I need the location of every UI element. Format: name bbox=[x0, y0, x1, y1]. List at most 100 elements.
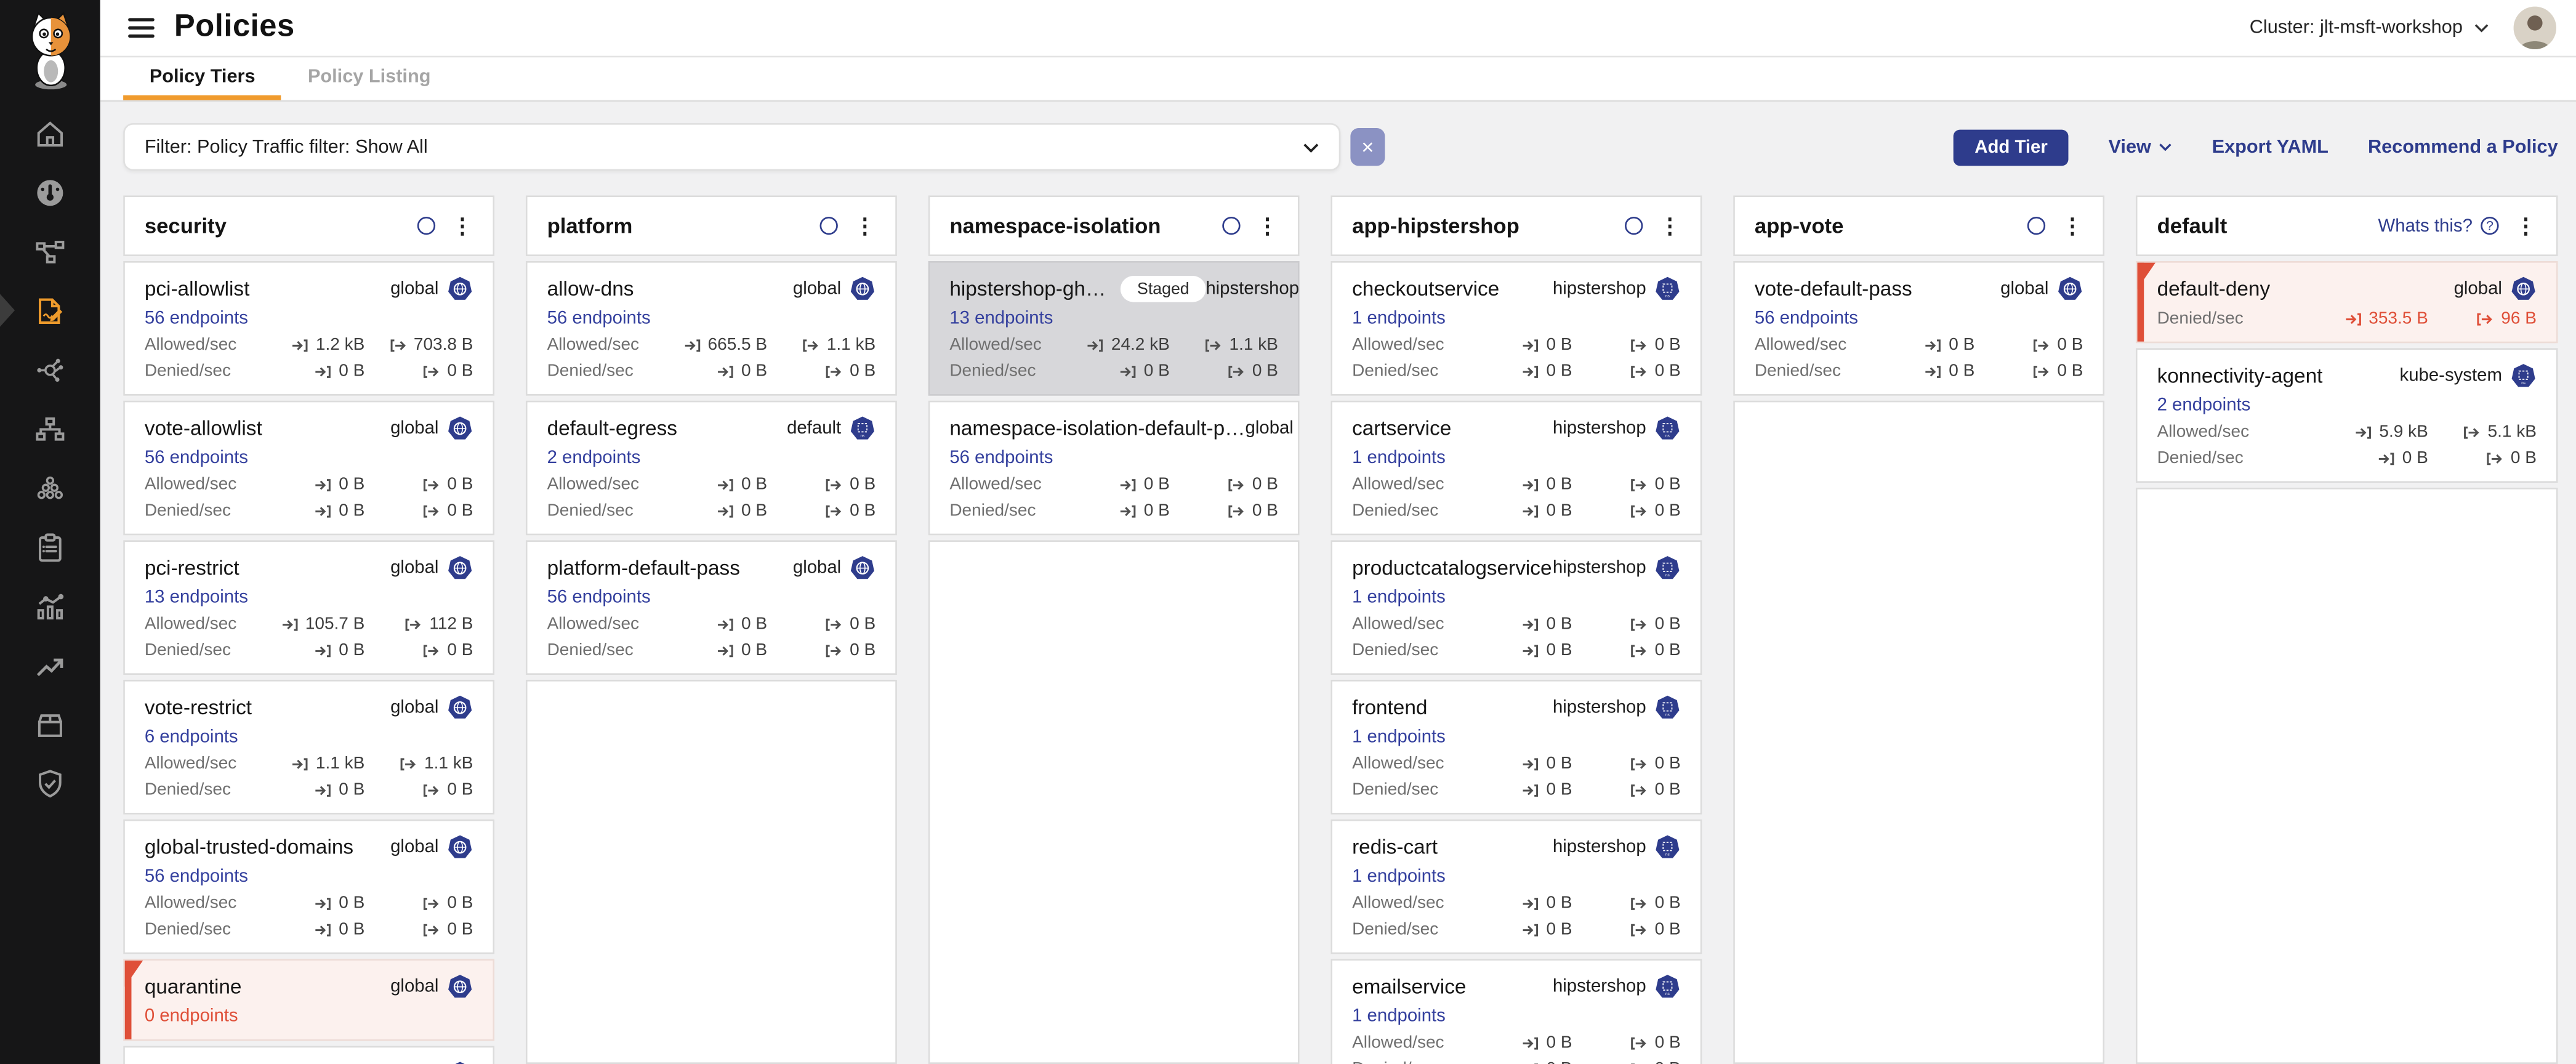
endpoints-link[interactable]: 56 endpoints bbox=[145, 308, 248, 328]
denied-per-sec-row: Denied/sec 0 B 0 B bbox=[145, 780, 473, 800]
whats-this-link[interactable] bbox=[409, 217, 435, 235]
endpoints-link[interactable]: 6 endpoints bbox=[145, 727, 238, 747]
endpoints-link[interactable]: 0 endpoints bbox=[145, 1007, 238, 1026]
policy-card[interactable]: platform-default-pass global 56 endpoint… bbox=[526, 540, 897, 675]
policy-card[interactable]: vote-default-pass global 56 endpoints Al… bbox=[1733, 261, 2104, 396]
sidebar-item-service-graph[interactable] bbox=[0, 352, 100, 388]
tier-header: security ⋮ bbox=[123, 195, 494, 256]
sidebar-item-clusters[interactable] bbox=[0, 470, 100, 506]
policy-traffic-filter-dropdown[interactable]: Filter: Policy Traffic filter: Show All bbox=[123, 123, 1340, 171]
allowed-egress-value: 0 B bbox=[850, 614, 875, 634]
sidebar-item-flows[interactable] bbox=[0, 411, 100, 447]
policy-tier-column: default Whats this? ? ⋮ default-deny glo… bbox=[2136, 195, 2558, 1064]
denied-label: Denied/sec bbox=[145, 780, 263, 800]
endpoints-link[interactable]: 2 endpoints bbox=[547, 448, 641, 468]
whats-this-link[interactable] bbox=[1214, 217, 1241, 235]
policy-scope-label: hipstershop bbox=[1553, 698, 1646, 717]
whats-this-link[interactable]: Whats this? ? bbox=[2378, 216, 2499, 236]
endpoints-link[interactable]: 56 endpoints bbox=[949, 448, 1053, 468]
endpoints-link[interactable]: 1 endpoints bbox=[1352, 1007, 1446, 1026]
endpoints-link[interactable]: 1 endpoints bbox=[1352, 588, 1446, 608]
endpoints-link[interactable]: 56 endpoints bbox=[145, 867, 248, 887]
allowed-label: Allowed/sec bbox=[1352, 754, 1470, 773]
endpoints-link[interactable]: 56 endpoints bbox=[547, 588, 651, 608]
endpoints-link[interactable]: 13 endpoints bbox=[949, 308, 1053, 328]
policy-card[interactable]: allow-dns global 56 endpoints Allowed/se… bbox=[526, 261, 897, 396]
allowed-ingress-value: 0 B bbox=[1949, 335, 1974, 355]
clear-filter-button[interactable]: × bbox=[1350, 128, 1385, 166]
policy-card[interactable]: pci-restrict global 13 endpoints Allowed… bbox=[123, 540, 494, 675]
tier-menu-kebab-icon[interactable]: ⋮ bbox=[2062, 215, 2083, 236]
whats-this-link[interactable] bbox=[811, 217, 838, 235]
sidebar-item-endpoints[interactable] bbox=[0, 233, 100, 270]
tier-menu-kebab-icon[interactable]: ⋮ bbox=[1659, 215, 1681, 236]
policy-scope: global bbox=[390, 834, 473, 861]
calico-cat-logo[interactable] bbox=[12, 7, 88, 92]
allowed-per-sec-row: Allowed/sec 0 B 0 B bbox=[1755, 335, 2083, 355]
tier-menu-kebab-icon[interactable]: ⋮ bbox=[452, 215, 473, 236]
user-avatar[interactable] bbox=[2514, 7, 2556, 49]
policy-card[interactable]: hipstershop-gh… Staged hipstershop ns 13… bbox=[928, 261, 1300, 396]
view-dropdown[interactable]: View bbox=[2109, 137, 2173, 157]
allowed-per-sec-row: Allowed/sec 0 B 0 B bbox=[949, 475, 1278, 494]
sidebar-item-home[interactable] bbox=[0, 115, 100, 151]
policy-card[interactable]: global-trusted-domains global 56 endpoin… bbox=[123, 820, 494, 954]
policy-card[interactable]: cartservice hipstershop ns 1 endpoints A… bbox=[1330, 401, 1702, 536]
sidebar-item-trends[interactable] bbox=[0, 647, 100, 683]
endpoints-link[interactable]: 2 endpoints bbox=[2157, 396, 2251, 416]
endpoints-link[interactable]: 1 endpoints bbox=[1352, 727, 1446, 747]
tier-menu-kebab-icon[interactable]: ⋮ bbox=[855, 215, 876, 236]
hamburger-menu-icon[interactable] bbox=[128, 18, 155, 39]
recommend-policy-button[interactable]: Recommend a Policy bbox=[2368, 137, 2558, 157]
endpoints-link[interactable]: 56 endpoints bbox=[145, 448, 248, 468]
policy-card[interactable]: pci-allowlist global 56 endpoints Allowe… bbox=[123, 261, 494, 396]
policy-card[interactable]: redis-cart hipstershop ns 1 endpoints Al… bbox=[1330, 820, 1702, 954]
sidebar-item-policies[interactable] bbox=[0, 292, 100, 329]
sidebar-item-statistics[interactable] bbox=[0, 588, 100, 624]
policy-scope-label: global bbox=[390, 977, 438, 997]
allowed-per-sec-row: Allowed/sec 0 B 0 B bbox=[1352, 1033, 1681, 1052]
bar-stats-icon bbox=[33, 589, 67, 623]
policy-card[interactable]: quarantine global 0 endpoints bbox=[123, 959, 494, 1041]
policy-card[interactable]: frontend hipstershop ns 1 endpoints Allo… bbox=[1330, 680, 1702, 815]
tab-policy-listing[interactable]: Policy Listing bbox=[281, 57, 457, 100]
policy-scope: global bbox=[390, 973, 473, 1000]
ingress-icon bbox=[1522, 896, 1540, 911]
sidebar-item-compliance[interactable] bbox=[0, 529, 100, 565]
sidebar-item-dashboard[interactable] bbox=[0, 174, 100, 211]
tier-menu-kebab-icon[interactable]: ⋮ bbox=[1257, 215, 1278, 236]
policy-scope-label: kube-system bbox=[2400, 366, 2502, 386]
namespace-scope-icon: ns bbox=[1654, 276, 1681, 302]
endpoints-link[interactable]: 1 endpoints bbox=[1352, 867, 1446, 887]
endpoints-link[interactable]: 1 endpoints bbox=[1352, 308, 1446, 328]
policy-card[interactable]: default-egress default ns 2 endpoints Al… bbox=[526, 401, 897, 536]
cluster-selector[interactable]: Cluster: jlt-msft-workshop bbox=[2250, 18, 2463, 38]
policy-card[interactable]: productcatalogservice hipstershop ns 1 e… bbox=[1330, 540, 1702, 675]
add-tier-button[interactable]: Add Tier bbox=[1954, 129, 2069, 165]
allowed-egress-value: 1.1 kB bbox=[1230, 335, 1278, 355]
whats-this-link[interactable] bbox=[2019, 217, 2045, 235]
policy-card[interactable]: namespace-isolation-default-p… global 56… bbox=[928, 401, 1300, 536]
endpoints-link[interactable]: 1 endpoints bbox=[1352, 448, 1446, 468]
endpoints-link[interactable]: 56 endpoints bbox=[1755, 308, 1858, 328]
policy-card[interactable]: checkoutservice hipstershop ns 1 endpoin… bbox=[1330, 261, 1702, 396]
policy-card[interactable]: default-deny global Denied/sec 353.5 B 9… bbox=[2136, 261, 2558, 343]
sidebar-item-threat-defense[interactable] bbox=[0, 765, 100, 802]
allowed-egress-value: 0 B bbox=[2057, 335, 2083, 355]
allowed-egress-value: 703.8 B bbox=[414, 335, 473, 355]
policy-card[interactable]: vote-restrict global 6 endpoints Allowed… bbox=[123, 680, 494, 815]
tab-policy-tiers[interactable]: Policy Tiers bbox=[123, 57, 281, 100]
policy-card[interactable]: emailservice hipstershop ns 1 endpoints … bbox=[1330, 959, 1702, 1064]
endpoints-link[interactable]: 13 endpoints bbox=[145, 588, 248, 608]
sidebar-item-packages[interactable] bbox=[0, 706, 100, 743]
denied-ingress-value: 0 B bbox=[1144, 501, 1170, 520]
policy-card[interactable]: konnectivity-agent kube-system ns 2 endp… bbox=[2136, 348, 2558, 483]
tier-menu-kebab-icon[interactable]: ⋮ bbox=[2515, 215, 2537, 236]
export-yaml-button[interactable]: Export YAML bbox=[2212, 137, 2328, 157]
policy-card[interactable]: vote-allowlist global 56 endpoints Allow… bbox=[123, 401, 494, 536]
ingress-icon bbox=[291, 337, 309, 352]
whats-this-label: Whats this? bbox=[2378, 216, 2473, 236]
whats-this-link[interactable] bbox=[1617, 217, 1643, 235]
policy-card[interactable]: security-default-pass global bbox=[123, 1046, 494, 1064]
endpoints-link[interactable]: 56 endpoints bbox=[547, 308, 651, 328]
